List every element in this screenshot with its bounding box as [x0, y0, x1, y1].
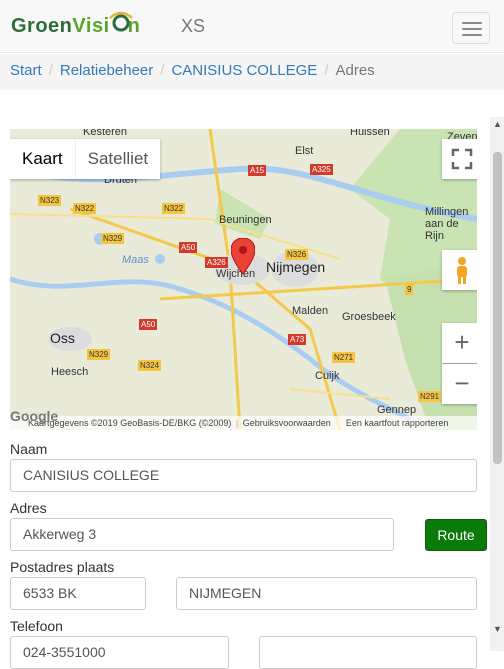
map-label: Beuningen	[219, 214, 272, 226]
hamburger-menu-icon[interactable]	[452, 12, 490, 44]
map-label: Heesch	[51, 366, 89, 378]
map-label: Maas	[122, 254, 149, 266]
adres-input[interactable]: Akkerweg 3	[10, 518, 394, 551]
road-label: A326	[205, 257, 228, 268]
postcode-input[interactable]: 6533 BK	[10, 577, 146, 610]
breadcrumb-relatiebeheer[interactable]: Relatiebeheer	[60, 62, 153, 79]
map-terms-link[interactable]: Gebruiksvoorwaarden	[243, 418, 331, 428]
map-label: Millingen aan de Rijn	[425, 206, 469, 242]
telefoon-input[interactable]: 024-3551000	[10, 636, 229, 669]
map-label: Gennep	[377, 404, 417, 416]
breadcrumb-canisius-college[interactable]: CANISIUS COLLEGE	[171, 62, 317, 79]
road-label: N323	[38, 195, 62, 206]
naam-input[interactable]: CANISIUS COLLEGE	[10, 459, 477, 492]
map-label: Groesbeek	[342, 311, 396, 323]
road-label: N322	[73, 203, 97, 214]
road-label: N271	[332, 352, 356, 363]
road-label: A325	[310, 164, 333, 175]
navbar: GroenVisi n XS	[0, 0, 504, 53]
road-label: N322	[162, 203, 186, 214]
fullscreen-icon[interactable]	[442, 139, 477, 179]
road-label: N324	[138, 360, 162, 371]
zoom-out-button[interactable]: −	[442, 364, 477, 404]
plaats-input[interactable]: NIJMEGEN	[176, 577, 477, 610]
location-marker-icon[interactable]	[231, 238, 255, 274]
map-type-satelliet-button[interactable]: Satelliet	[74, 139, 160, 179]
map-type-control: Kaart Satelliet	[10, 139, 161, 179]
map-attribution: Kaartgegevens ©2019 GeoBasis-DE/BKG (©20…	[10, 416, 477, 430]
road-label: 9	[405, 284, 414, 295]
road-label: N326	[285, 249, 309, 260]
map-label: Malden	[292, 305, 329, 317]
street-view-pegman-icon[interactable]	[442, 250, 477, 290]
road-label: A15	[248, 165, 267, 176]
telefoon-label: Telefoon	[10, 618, 63, 634]
road-label: A73	[288, 334, 307, 345]
road-label: N329	[87, 349, 111, 360]
map-label-nijmegen: Nijmegen	[266, 259, 326, 275]
road-label: A50	[179, 242, 198, 253]
logo-swirl-icon	[109, 11, 133, 32]
navbar-text: XS	[181, 16, 206, 36]
map-label: Elst	[295, 145, 314, 157]
map-label: Kesteren	[83, 129, 128, 138]
map-report-link[interactable]: Een kaartfout rapporteren	[346, 418, 449, 428]
breadcrumb-start[interactable]: Start	[10, 62, 42, 79]
map-label: Oss	[50, 330, 75, 346]
telefoon2-input[interactable]	[259, 636, 477, 669]
road-label: N291	[418, 391, 442, 402]
route-button[interactable]: Route	[425, 519, 487, 551]
scroll-down-icon[interactable]: ▼	[493, 624, 502, 634]
google-logo[interactable]: Google	[10, 408, 58, 424]
naam-label: Naam	[10, 441, 48, 457]
map[interactable]: Kesteren Huissen Zevenaar Elst Druten Be…	[10, 129, 477, 430]
map-label: Huissen	[350, 129, 390, 138]
road-label: A50	[139, 319, 158, 330]
scrollbar-thumb[interactable]	[493, 152, 502, 464]
scroll-up-icon[interactable]: ▲	[493, 119, 502, 129]
postadres-plaats-label: Postadres plaats	[10, 559, 115, 575]
adres-label: Adres	[10, 500, 47, 516]
breadcrumb: Start / Relatiebeheer / CANISIUS COLLEGE / Adr…	[0, 54, 504, 90]
road-label: N329	[101, 233, 125, 244]
map-label: Cuijk	[315, 370, 340, 382]
breadcrumb-active: Adres	[335, 62, 375, 79]
zoom-in-button[interactable]: +	[442, 323, 477, 363]
map-type-kaart-button[interactable]: Kaart	[10, 139, 75, 179]
